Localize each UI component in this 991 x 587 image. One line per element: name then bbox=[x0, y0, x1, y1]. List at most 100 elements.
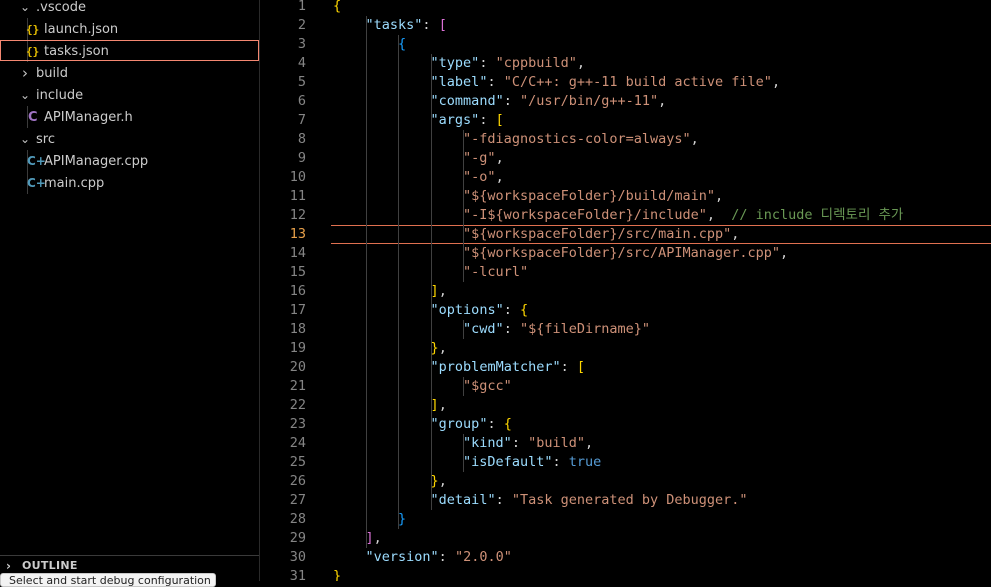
folder-build[interactable]: › build bbox=[0, 63, 259, 84]
code-token: , bbox=[771, 74, 781, 90]
code-line[interactable]: ], bbox=[333, 282, 447, 301]
chevron-down-icon: ⌄ bbox=[20, 0, 31, 14]
code-token: ] bbox=[430, 283, 439, 299]
code-line[interactable]: "cwd": "${fileDirname}" bbox=[333, 320, 650, 339]
code-line[interactable]: "-fdiagnostics-color=always", bbox=[333, 130, 699, 149]
line-number: 11 bbox=[289, 188, 306, 204]
code-token: } bbox=[333, 568, 342, 581]
code-token: "detail" bbox=[430, 492, 496, 508]
code-line[interactable]: ], bbox=[333, 396, 447, 415]
line-number: 20 bbox=[289, 359, 306, 375]
explorer-sidebar: ⌄ .vscode {} launch.json {} tasks.json ›… bbox=[0, 0, 260, 581]
code-line[interactable]: "version": "2.0.0" bbox=[333, 548, 512, 567]
code-token: // include 디렉토리 추가 bbox=[731, 207, 904, 223]
code-line[interactable]: "group": { bbox=[333, 415, 512, 434]
code-line[interactable]: "-g", bbox=[333, 149, 504, 168]
code-token: "Task generated by Debugger." bbox=[511, 492, 748, 508]
code-line[interactable]: "label": "C/C++: g++-11 build active fil… bbox=[333, 73, 781, 92]
code-token: : bbox=[560, 359, 577, 375]
code-line[interactable]: ], bbox=[333, 529, 382, 548]
code-token: : bbox=[511, 435, 529, 451]
code-token: "${workspaceFolder}/src/APIManager.cpp" bbox=[463, 245, 781, 261]
code-line[interactable]: }, bbox=[333, 472, 447, 491]
code-token: "isDefault" bbox=[463, 454, 553, 470]
code-token: , bbox=[438, 473, 447, 489]
line-number: 26 bbox=[289, 473, 306, 489]
code-line[interactable]: "kind": "build", bbox=[333, 434, 593, 453]
code-token: "kind" bbox=[463, 435, 512, 451]
line-number: 9 bbox=[297, 150, 306, 166]
code-line[interactable]: } bbox=[333, 510, 406, 529]
code-editor[interactable]: 1 2 3 4 5 6 7 8 9 10 11 12 13 14 15 16 17 18 19 20 21 22 23 24 2… bbox=[261, 0, 991, 581]
code-token: , bbox=[495, 150, 504, 166]
code-token: [ bbox=[576, 359, 585, 375]
code-token: "$gcc" bbox=[463, 378, 512, 394]
code-token: "group" bbox=[430, 416, 488, 432]
line-number: 13 bbox=[289, 226, 306, 242]
code-line[interactable]: "-I${workspaceFolder}/include", // inclu… bbox=[333, 206, 903, 225]
chevron-down-icon: ⌄ bbox=[20, 132, 31, 146]
code-line[interactable]: "${workspaceFolder}/src/main.cpp", bbox=[333, 225, 739, 244]
code-line[interactable]: } bbox=[333, 567, 341, 581]
code-token: : bbox=[487, 74, 504, 90]
line-number: 2 bbox=[297, 17, 306, 33]
code-line[interactable]: "${workspaceFolder}/build/main", bbox=[333, 187, 723, 206]
code-line[interactable]: "command": "/usr/bin/g++-11", bbox=[333, 92, 667, 111]
line-number: 27 bbox=[289, 492, 306, 508]
file-tasks-json[interactable]: {} tasks.json bbox=[0, 40, 259, 61]
code-token: : bbox=[503, 321, 520, 337]
code-line[interactable]: "detail": "Task generated by Debugger." bbox=[333, 491, 748, 510]
code-token: "-g" bbox=[463, 150, 496, 166]
code-token: , bbox=[780, 245, 789, 261]
folder-src[interactable]: ⌄ src bbox=[0, 129, 259, 150]
code-token: : bbox=[487, 416, 504, 432]
code-token: "-lcurl" bbox=[463, 264, 529, 280]
code-line[interactable]: "isDefault": true bbox=[333, 453, 601, 472]
code-line[interactable]: "type": "cppbuild", bbox=[333, 54, 585, 73]
code-line[interactable]: "args": [ bbox=[333, 111, 504, 130]
code-token: : bbox=[422, 17, 439, 33]
code-line[interactable]: "tasks": [ bbox=[333, 16, 447, 35]
file-label: launch.json bbox=[44, 22, 119, 37]
code-line[interactable]: "${workspaceFolder}/src/APIManager.cpp", bbox=[333, 244, 788, 263]
code-line[interactable]: "-lcurl" bbox=[333, 263, 528, 282]
folder-include[interactable]: ⌄ include bbox=[0, 85, 259, 106]
file-main-cpp[interactable]: C+ main.cpp bbox=[0, 173, 259, 194]
code-line[interactable]: "-o", bbox=[333, 168, 504, 187]
code-token: "problemMatcher" bbox=[430, 359, 561, 375]
code-line[interactable]: { bbox=[333, 35, 406, 54]
code-line[interactable]: "$gcc" bbox=[333, 377, 512, 396]
code-token: "command" bbox=[430, 93, 504, 109]
file-launch-json[interactable]: {} launch.json bbox=[0, 19, 259, 40]
code-line[interactable]: "options": { bbox=[333, 301, 529, 320]
code-token: , bbox=[658, 93, 667, 109]
code-token: : bbox=[438, 549, 455, 565]
code-line[interactable]: { bbox=[333, 0, 341, 16]
file-apimanager-cpp[interactable]: C+ APIManager.cpp bbox=[0, 151, 259, 172]
code-line[interactable]: }, bbox=[333, 339, 447, 358]
code-token: "2.0.0" bbox=[454, 549, 512, 565]
code-token: , bbox=[495, 169, 504, 185]
file-apimanager-h[interactable]: C APIManager.h bbox=[0, 107, 259, 128]
code-token: { bbox=[503, 416, 512, 432]
code-token: } bbox=[430, 340, 439, 356]
code-token: , bbox=[715, 188, 724, 204]
line-number: 22 bbox=[289, 397, 306, 413]
code-line[interactable]: "problemMatcher": [ bbox=[333, 358, 585, 377]
code-token: "-I${workspaceFolder}/include" bbox=[463, 207, 707, 223]
folder-vscode[interactable]: ⌄ .vscode bbox=[0, 0, 259, 18]
line-number: 6 bbox=[297, 93, 306, 109]
line-number: 21 bbox=[289, 378, 306, 394]
code-token: : bbox=[503, 93, 520, 109]
